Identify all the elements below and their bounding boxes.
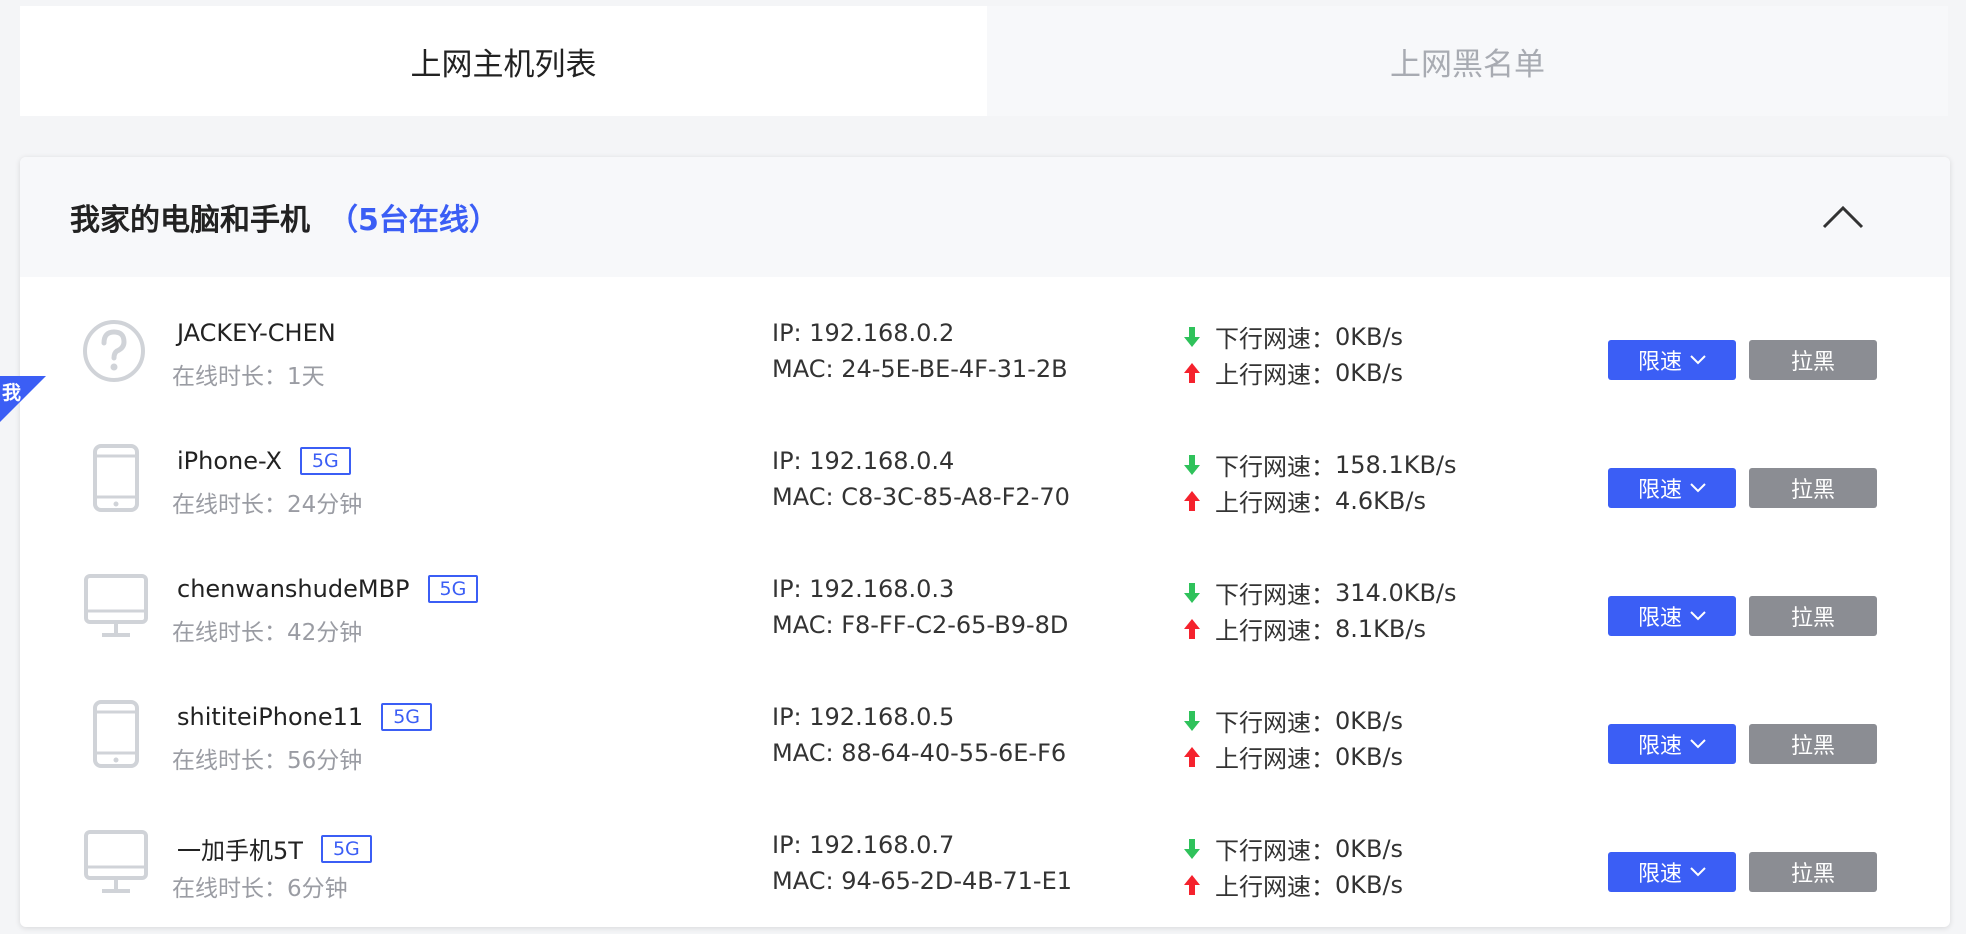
tab-blacklist[interactable]: 上网黑名单 [987,6,1948,116]
online-count: （5台在线） [328,203,499,238]
block-button[interactable]: 拉黑 [1749,596,1877,636]
speed-limit-button[interactable]: 限速 [1608,340,1736,380]
mac-address: MAC: 24-5E-BE-4F-31-2B [772,355,1068,383]
chevron-down-icon [1690,867,1706,877]
computer-icon [80,827,152,899]
upload-speed: 上行网速： 0KB/s [1183,867,1403,902]
tab-bar: 上网主机列表 上网黑名单 [20,6,1948,116]
download-speed: 下行网速： 314.0KB/s [1183,575,1457,610]
band-badge: 5G [320,834,372,863]
device-row: 一加手机5T 5G 在线时长：6分钟 IP: 192.168.0.7 MAC: 9… [20,809,1950,927]
down-arrow-icon [1184,710,1200,731]
ip-address: IP: 192.168.0.5 [772,703,955,731]
device-row: JACKEY-CHEN 在线时长：1天 IP: 192.168.0.2 MAC:… [20,297,1950,425]
mac-address: MAC: C8-3C-85-A8-F2-70 [772,483,1070,511]
online-duration: 在线时长：56分钟 [172,748,363,774]
device-group-panel: 我家的电脑和手机 （5台在线） JACKEY-CHEN 在线时长：1天 IP: … [20,157,1950,927]
online-duration: 在线时长：42分钟 [172,620,363,646]
device-row: iPhone-X 5G 在线时长：24分钟 IP: 192.168.0.4 MAC… [20,425,1950,553]
block-button[interactable]: 拉黑 [1749,468,1877,508]
device-name: iPhone-X 5G [177,447,351,475]
online-duration: 在线时长：1天 [172,364,325,390]
speed-limit-button[interactable]: 限速 [1608,852,1736,892]
online-duration: 在线时长：24分钟 [172,492,363,518]
device-name: 一加手机5T 5G [177,831,372,866]
download-speed: 下行网速： 0KB/s [1183,319,1403,354]
upload-speed: 上行网速： 0KB/s [1183,355,1403,390]
unknown-device-icon [80,315,152,387]
band-badge: 5G [427,575,479,603]
device-name: JACKEY-CHEN [177,319,336,347]
band-badge: 5G [299,447,351,475]
block-button[interactable]: 拉黑 [1749,340,1877,380]
current-device-badge: 我 [0,376,46,422]
group-name: 我家的电脑和手机 [70,203,310,238]
chevron-down-icon [1690,739,1706,749]
block-button[interactable]: 拉黑 [1749,724,1877,764]
down-arrow-icon [1184,582,1200,603]
up-arrow-icon [1184,874,1200,895]
band-badge: 5G [381,703,432,731]
collapse-chevron-up-icon[interactable] [1821,201,1865,231]
speed-limit-button[interactable]: 限速 [1608,724,1736,764]
ip-address: IP: 192.168.0.2 [772,319,955,347]
block-button[interactable]: 拉黑 [1749,852,1877,892]
down-arrow-icon [1184,326,1200,347]
device-row: chenwanshudeMBP 5G 在线时长：42分钟 IP: 192.168.… [20,553,1950,681]
chevron-down-icon [1690,355,1706,365]
group-header: 我家的电脑和手机 （5台在线） [20,157,1950,277]
download-speed: 下行网速： 0KB/s [1183,703,1403,738]
phone-icon [80,699,152,771]
mac-address: MAC: 88-64-40-55-6E-F6 [772,739,1067,767]
upload-speed: 上行网速： 8.1KB/s [1183,611,1426,646]
up-arrow-icon [1184,746,1200,767]
chevron-down-icon [1690,611,1706,621]
device-row: shititeiPhone11 5G 在线时长：56分钟 IP: 192.168.… [20,681,1950,809]
ip-address: IP: 192.168.0.7 [772,831,955,859]
up-arrow-icon [1184,490,1200,511]
mac-address: MAC: 94-65-2D-4B-71-E1 [772,867,1073,895]
device-name: shititeiPhone11 5G [177,703,432,731]
upload-speed: 上行网速： 4.6KB/s [1183,483,1426,518]
phone-icon [80,443,152,515]
ip-address: IP: 192.168.0.4 [772,447,955,475]
mac-address: MAC: F8-FF-C2-65-B9-8D [772,611,1069,639]
chevron-down-icon [1690,483,1706,493]
upload-speed: 上行网速： 0KB/s [1183,739,1403,774]
device-name: chenwanshudeMBP 5G [177,575,479,603]
up-arrow-icon [1184,618,1200,639]
down-arrow-icon [1184,454,1200,475]
computer-icon [80,571,152,643]
download-speed: 下行网速： 0KB/s [1183,831,1403,866]
up-arrow-icon [1184,362,1200,383]
speed-limit-button[interactable]: 限速 [1608,468,1736,508]
tab-host-list[interactable]: 上网主机列表 [20,6,987,116]
download-speed: 下行网速： 158.1KB/s [1183,447,1457,482]
online-duration: 在线时长：6分钟 [172,876,348,902]
ip-address: IP: 192.168.0.3 [772,575,955,603]
speed-limit-button[interactable]: 限速 [1608,596,1736,636]
down-arrow-icon [1184,838,1200,859]
